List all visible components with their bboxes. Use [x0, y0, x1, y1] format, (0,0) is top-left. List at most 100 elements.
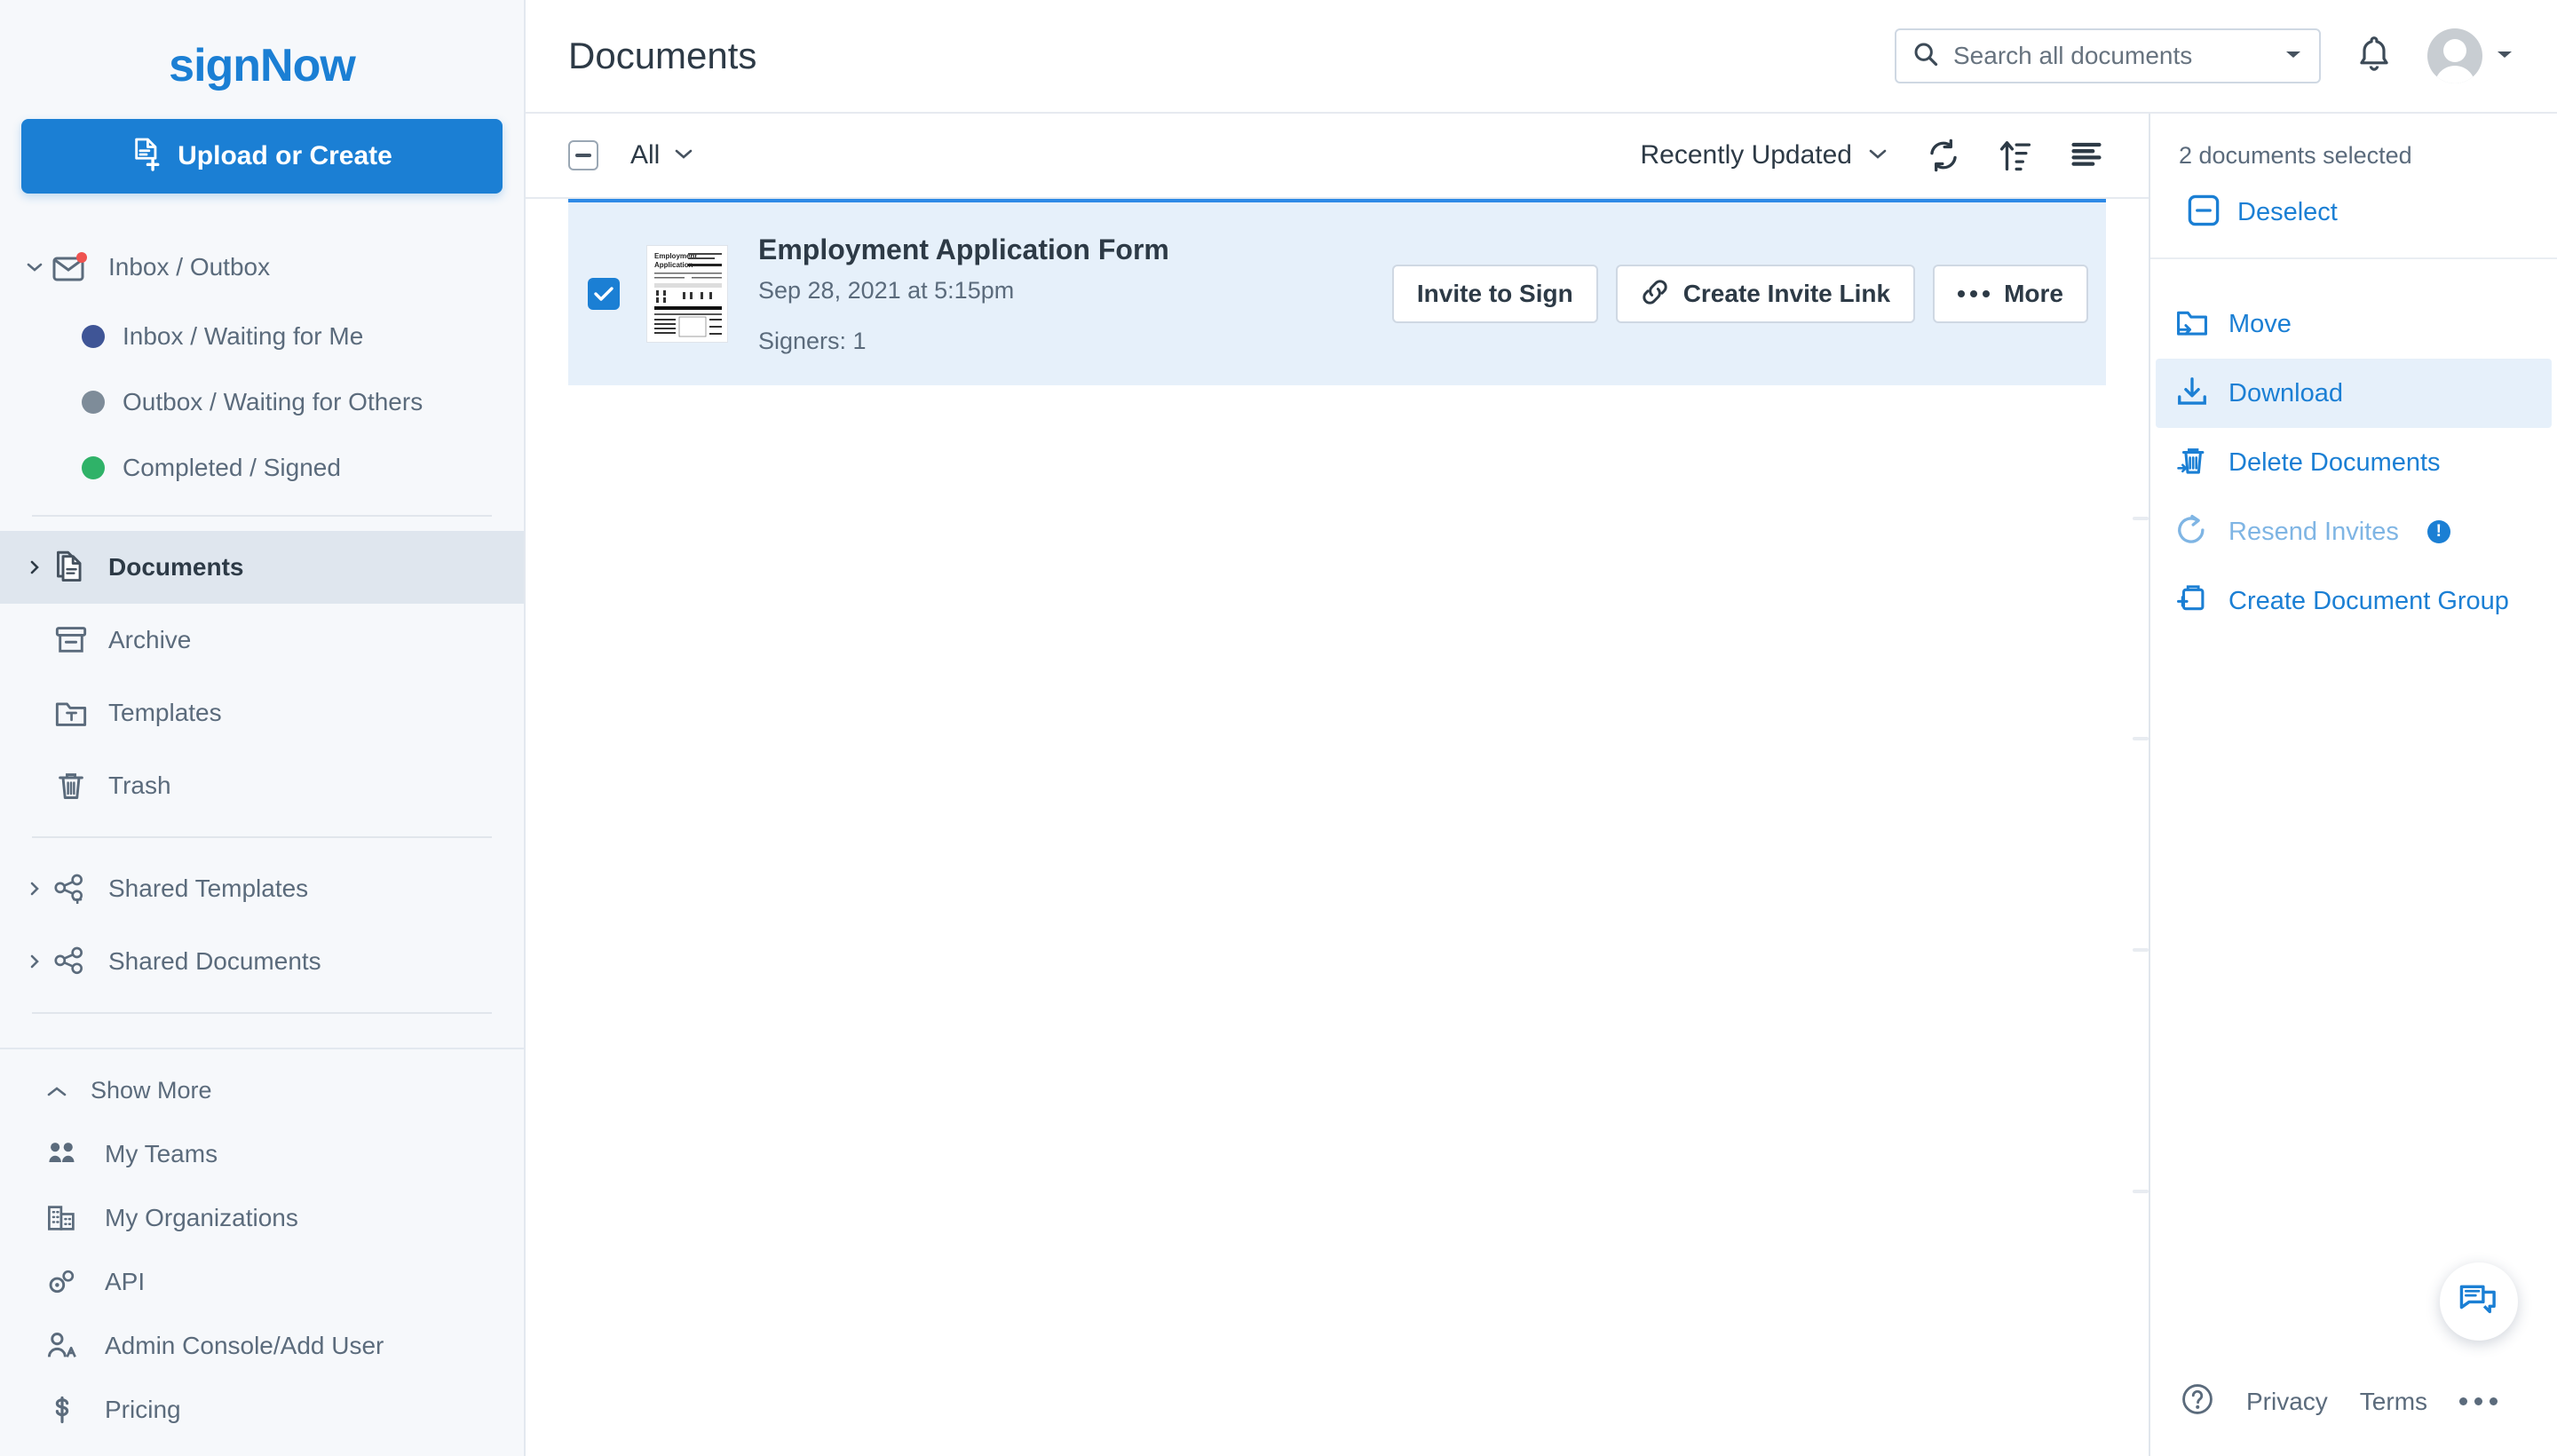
api-label: API	[87, 1268, 145, 1296]
notifications-bell-icon[interactable]	[2356, 35, 2392, 78]
list-density-icon[interactable]	[2070, 141, 2102, 170]
status-dot-green	[82, 456, 105, 479]
download-icon	[2175, 376, 2209, 412]
avatar[interactable]	[2427, 28, 2482, 83]
resend-invites-action[interactable]: Resend Invites !	[2156, 497, 2552, 566]
move-label: Move	[2228, 310, 2292, 339]
sidebar-item-documents[interactable]: Documents	[0, 531, 524, 604]
row-actions: Invite to Sign Create Invite Link	[1392, 265, 2088, 323]
invite-to-sign-label: Invite to Sign	[1417, 280, 1573, 308]
sidebar-item-completed-signed[interactable]: Completed / Signed	[0, 435, 524, 501]
chevron-down-icon	[1868, 147, 1888, 164]
sort-dropdown[interactable]: Recently Updated	[1641, 140, 1888, 170]
sidebar-item-shared-documents[interactable]: Shared Documents	[0, 925, 524, 998]
list-tick	[2133, 737, 2149, 740]
sidebar-item-archive[interactable]: Archive	[0, 604, 524, 677]
sidebar-item-trash[interactable]: Trash	[0, 749, 524, 822]
my-teams-label: My Teams	[87, 1140, 218, 1168]
info-icon[interactable]: !	[2427, 520, 2450, 543]
bulk-actions-panel: 2 documents selected Deselect	[2149, 114, 2557, 1456]
sidebar-inbox-waiting-label: Inbox / Waiting for Me	[105, 322, 363, 351]
sidebar-trash-label: Trash	[96, 772, 171, 800]
sidebar-item-inbox-outbox[interactable]: Inbox / Outbox	[0, 231, 524, 304]
chat-icon	[2459, 1282, 2498, 1322]
delete-documents-label: Delete Documents	[2228, 448, 2441, 478]
app-root: signNow Upload or Create	[0, 0, 2557, 1456]
share-icon	[46, 946, 96, 977]
refresh-icon[interactable]	[1927, 138, 1960, 172]
admin-user-icon	[46, 1332, 87, 1360]
upload-or-create-button[interactable]: Upload or Create	[21, 119, 503, 194]
sidebar-nav: Inbox / Outbox Inbox / Waiting for Me Ou…	[0, 194, 524, 1048]
document-signers: Signers: 1	[758, 328, 1169, 355]
create-document-group-action[interactable]: Create Document Group	[2156, 566, 2552, 636]
create-invite-link-label: Create Invite Link	[1683, 280, 1890, 308]
search-input[interactable]: Search all documents	[1953, 42, 2269, 70]
sidebar-divider-3	[32, 1012, 492, 1014]
invite-to-sign-button[interactable]: Invite to Sign	[1392, 265, 1598, 323]
chat-support-button[interactable]	[2440, 1262, 2518, 1341]
svg-text:Application: Application	[654, 261, 693, 269]
logo[interactable]: signNow	[0, 0, 524, 119]
sidebar-item-my-teams[interactable]: My Teams	[0, 1122, 524, 1186]
list-tick	[2133, 517, 2149, 520]
footer-ellipsis-icon[interactable]	[2459, 1397, 2498, 1405]
search-box[interactable]: Search all documents	[1895, 28, 2321, 83]
more-button[interactable]: More	[1933, 265, 2088, 323]
my-organizations-label: My Organizations	[87, 1204, 298, 1232]
terms-link[interactable]: Terms	[2360, 1388, 2427, 1416]
chevron-up-icon	[46, 1077, 67, 1104]
sidebar-item-admin-console[interactable]: Admin Console/Add User	[0, 1314, 524, 1378]
download-action[interactable]: Download	[2156, 359, 2552, 428]
filter-all-dropdown[interactable]: All	[630, 140, 693, 170]
header-controls: Search all documents	[1895, 28, 2514, 83]
document-title[interactable]: Employment Application Form	[758, 233, 1169, 266]
download-label: Download	[2228, 379, 2343, 408]
move-folder-icon	[2175, 307, 2209, 342]
row-checkbox[interactable]	[588, 278, 620, 310]
select-all-checkbox[interactable]	[568, 140, 598, 170]
create-invite-link-button[interactable]: Create Invite Link	[1616, 265, 1915, 323]
delete-documents-action[interactable]: Delete Documents	[2156, 428, 2552, 497]
list-tick	[2133, 948, 2149, 952]
bulk-action-list: Move Download	[2150, 259, 2557, 636]
chevron-right-icon	[23, 882, 46, 896]
more-label: More	[2004, 280, 2063, 308]
search-icon	[1912, 41, 1939, 72]
document-info: Employment Application Form Sep 28, 2021…	[758, 233, 1169, 355]
sidebar-shared-documents-label: Shared Documents	[96, 947, 321, 976]
upload-button-label: Upload or Create	[178, 141, 392, 171]
avatar-body	[2434, 66, 2475, 83]
upload-document-icon	[131, 138, 162, 176]
account-dropdown-caret-icon[interactable]	[2495, 48, 2514, 65]
selection-header: 2 documents selected Deselect	[2150, 114, 2557, 259]
show-more-toggle[interactable]: Show More	[0, 1058, 524, 1122]
sidebar-item-inbox-waiting-for-me[interactable]: Inbox / Waiting for Me	[0, 304, 524, 369]
help-icon[interactable]	[2181, 1382, 2214, 1420]
sidebar-item-outbox-waiting-for-others[interactable]: Outbox / Waiting for Others	[0, 369, 524, 435]
chevron-right-icon	[23, 560, 46, 574]
sidebar-item-my-organizations[interactable]: My Organizations	[0, 1186, 524, 1250]
move-action[interactable]: Move	[2156, 289, 2552, 359]
sidebar-item-pricing[interactable]: Pricing	[0, 1378, 524, 1442]
list-toolbar: All Recently Updated	[526, 114, 2149, 199]
indeterminate-dash-icon	[575, 154, 591, 157]
sidebar-templates-label: Templates	[96, 699, 222, 727]
filter-all-label: All	[630, 140, 660, 170]
search-dropdown-caret-icon[interactable]	[2284, 48, 2303, 65]
table-row[interactable]: Employment Application	[568, 199, 2106, 385]
main-area: Documents Search all documents	[526, 0, 2557, 1456]
dollar-icon	[46, 1395, 87, 1425]
trash-icon	[46, 770, 96, 802]
sidebar-item-api[interactable]: API	[0, 1250, 524, 1314]
content-row: All Recently Updated	[526, 114, 2557, 1456]
privacy-link[interactable]: Privacy	[2246, 1388, 2328, 1416]
sidebar-item-shared-templates[interactable]: Shared Templates	[0, 852, 524, 925]
chevron-down-icon	[674, 147, 693, 164]
delete-icon	[2175, 445, 2209, 481]
sidebar-item-templates[interactable]: Templates	[0, 677, 524, 749]
document-thumbnail[interactable]: Employment Application	[646, 245, 728, 343]
deselect-button[interactable]: Deselect	[2179, 194, 2530, 231]
sidebar-shared-templates-label: Shared Templates	[96, 874, 308, 903]
sort-order-icon[interactable]	[1999, 138, 2031, 172]
